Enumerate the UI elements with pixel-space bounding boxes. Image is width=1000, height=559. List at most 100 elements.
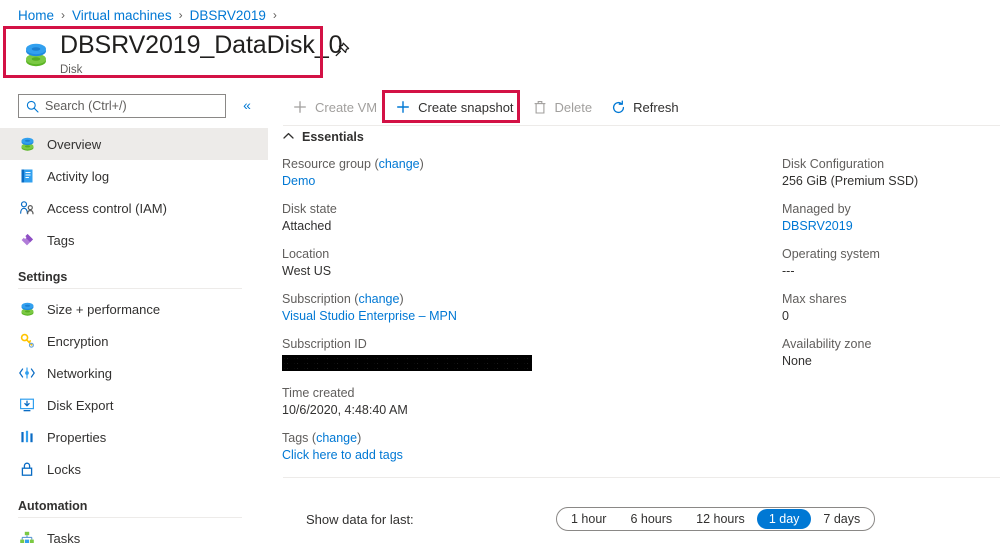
essentials-field-label: Resource group (change) — [282, 156, 762, 173]
essentials-field-value: None — [782, 354, 812, 368]
tag-icon — [18, 231, 36, 249]
essentials-label: Essentials — [302, 130, 364, 144]
essentials-field-label: Subscription ID — [282, 337, 367, 351]
sidebar-item-networking[interactable]: Networking — [0, 357, 268, 389]
subscription-link[interactable]: Visual Studio Enterprise – MPN — [282, 309, 457, 323]
essentials-field-value: 10/6/2020, 4:48:40 AM — [282, 403, 408, 417]
essentials-field-value: Attached — [282, 219, 332, 233]
essentials-field-disk-state: Disk state Attached — [282, 201, 762, 235]
essentials-field-value: --- — [782, 264, 795, 278]
sidebar-item-size-performance[interactable]: Size + performance — [0, 293, 268, 325]
key-icon — [18, 332, 36, 350]
essentials-field-time-created: Time created 10/6/2020, 4:48:40 AM — [282, 385, 762, 419]
essentials-field-value: Demo — [282, 173, 762, 190]
timerange-option-12-hours[interactable]: 12 hours — [684, 509, 757, 529]
breadcrumb-separator-icon: › — [61, 8, 66, 22]
change-tags-link[interactable]: change — [316, 431, 357, 445]
sidebar-item-locks[interactable]: Locks — [0, 453, 268, 485]
essentials-field-managed-by: Managed by DBSRV2019 — [782, 201, 997, 235]
sidebar-item-label: Activity log — [47, 168, 110, 184]
timerange-option-7-days[interactable]: 7 days — [811, 509, 872, 529]
sidebar-section-automation: Automation — [18, 499, 88, 513]
timerange-selector[interactable]: 1 hour 6 hours 12 hours 1 day 7 days — [556, 507, 876, 531]
change-resource-group-link[interactable]: change — [379, 157, 420, 171]
sidebar-item-overview[interactable]: Overview — [0, 128, 268, 160]
sidebar-item-label: Properties — [47, 429, 107, 445]
essentials-field-label: Time created — [282, 386, 355, 400]
paren-close: ) — [419, 157, 424, 171]
sidebar: « Overview — [0, 86, 268, 559]
refresh-icon — [610, 99, 626, 115]
plus-icon — [292, 99, 308, 115]
change-subscription-link[interactable]: change — [358, 292, 399, 306]
sidebar-item-access-control[interactable]: Access control (IAM) — [0, 192, 268, 224]
label-text: Resource group — [282, 157, 371, 171]
refresh-label: Refresh — [633, 99, 679, 115]
delete-label: Delete — [554, 99, 593, 115]
page-header: DBSRV2019_DataDisk_0 Disk — [12, 31, 343, 76]
breadcrumb-item-virtual-machines[interactable]: Virtual machines — [72, 8, 172, 23]
create-snapshot-button[interactable]: Create snapshot — [386, 92, 522, 122]
networking-icon — [18, 364, 36, 382]
breadcrumb-separator-icon: › — [272, 8, 277, 22]
essentials-field-resource-group: Resource group (change) Demo — [282, 156, 762, 190]
search-input[interactable] — [45, 99, 205, 113]
sidebar-item-disk-export[interactable]: Disk Export — [0, 389, 268, 421]
sidebar-section-divider — [18, 517, 242, 518]
essentials-field-max-shares: Max shares 0 — [782, 291, 997, 325]
essentials-field-label: Disk state — [282, 202, 337, 216]
disk-icon — [21, 38, 51, 70]
timerange-option-1-hour[interactable]: 1 hour — [559, 509, 618, 529]
sidebar-item-properties[interactable]: Properties — [0, 421, 268, 453]
essentials-field-value: DBSRV2019 — [782, 218, 997, 235]
essentials-field-operating-system: Operating system --- — [782, 246, 997, 280]
sidebar-item-label: Networking — [47, 365, 113, 381]
essentials-field-label: Subscription (change) — [282, 291, 762, 308]
sidebar-item-tags[interactable]: Tags — [0, 224, 268, 256]
search-icon — [26, 100, 39, 113]
managed-by-link[interactable]: DBSRV2019 — [782, 219, 853, 233]
sidebar-item-label: Tasks — [47, 530, 81, 546]
resource-group-link[interactable]: Demo — [282, 174, 315, 188]
properties-icon — [18, 428, 36, 446]
essentials-field-value: West US — [282, 264, 332, 278]
pin-icon[interactable] — [332, 40, 352, 60]
sidebar-item-label: Overview — [47, 136, 102, 152]
sidebar-item-label: Tags — [47, 232, 75, 248]
create-vm-button[interactable]: Create VM — [283, 92, 386, 122]
essentials-field-value: Visual Studio Enterprise – MPN — [282, 308, 762, 325]
essentials-toggle[interactable]: Essentials — [283, 130, 364, 144]
add-tags-link[interactable]: Click here to add tags — [282, 448, 403, 462]
breadcrumb-item-dbsrv2019[interactable]: DBSRV2019 — [190, 8, 266, 23]
essentials-left-column: Resource group (change) Demo Disk state … — [282, 156, 762, 475]
create-snapshot-label: Create snapshot — [418, 99, 514, 115]
timerange-option-6-hours[interactable]: 6 hours — [618, 509, 684, 529]
sidebar-item-label: Access control (IAM) — [47, 200, 167, 216]
command-bar: Create VM Create snapshot Delete Refresh — [283, 92, 688, 122]
timerange-option-1-day[interactable]: 1 day — [756, 509, 812, 529]
essentials-field-location: Location West US — [282, 246, 762, 280]
plus-icon — [395, 99, 411, 115]
sidebar-item-activity-log[interactable]: Activity log — [0, 160, 268, 192]
page-title: DBSRV2019_DataDisk_0 — [60, 31, 343, 59]
refresh-button[interactable]: Refresh — [601, 92, 688, 122]
essentials-field-subscription: Subscription (change) Visual Studio Ente… — [282, 291, 762, 325]
essentials-field-label: Managed by — [782, 202, 851, 216]
chevron-up-icon — [283, 131, 294, 143]
sidebar-section-divider — [18, 288, 242, 289]
essentials-field-disk-configuration: Disk Configuration 256 GiB (Premium SSD) — [782, 156, 997, 190]
collapse-sidebar-icon[interactable]: « — [238, 96, 256, 114]
breadcrumb-separator-icon: › — [178, 8, 183, 22]
sidebar-item-tasks[interactable]: Tasks — [0, 522, 268, 554]
paren-close: ) — [357, 431, 362, 445]
delete-button[interactable]: Delete — [523, 92, 602, 122]
essentials-field-label: Tags (change) — [282, 430, 762, 447]
search-box[interactable] — [18, 94, 226, 118]
timerange-label: Show data for last: — [306, 512, 414, 527]
paren-close: ) — [399, 292, 404, 306]
essentials-field-label: Location — [282, 247, 330, 261]
label-text: Subscription — [282, 292, 351, 306]
sidebar-item-encryption[interactable]: Encryption — [0, 325, 268, 357]
breadcrumb-item-home[interactable]: Home — [18, 8, 54, 23]
breadcrumb: Home › Virtual machines › DBSRV2019 › — [18, 5, 284, 25]
